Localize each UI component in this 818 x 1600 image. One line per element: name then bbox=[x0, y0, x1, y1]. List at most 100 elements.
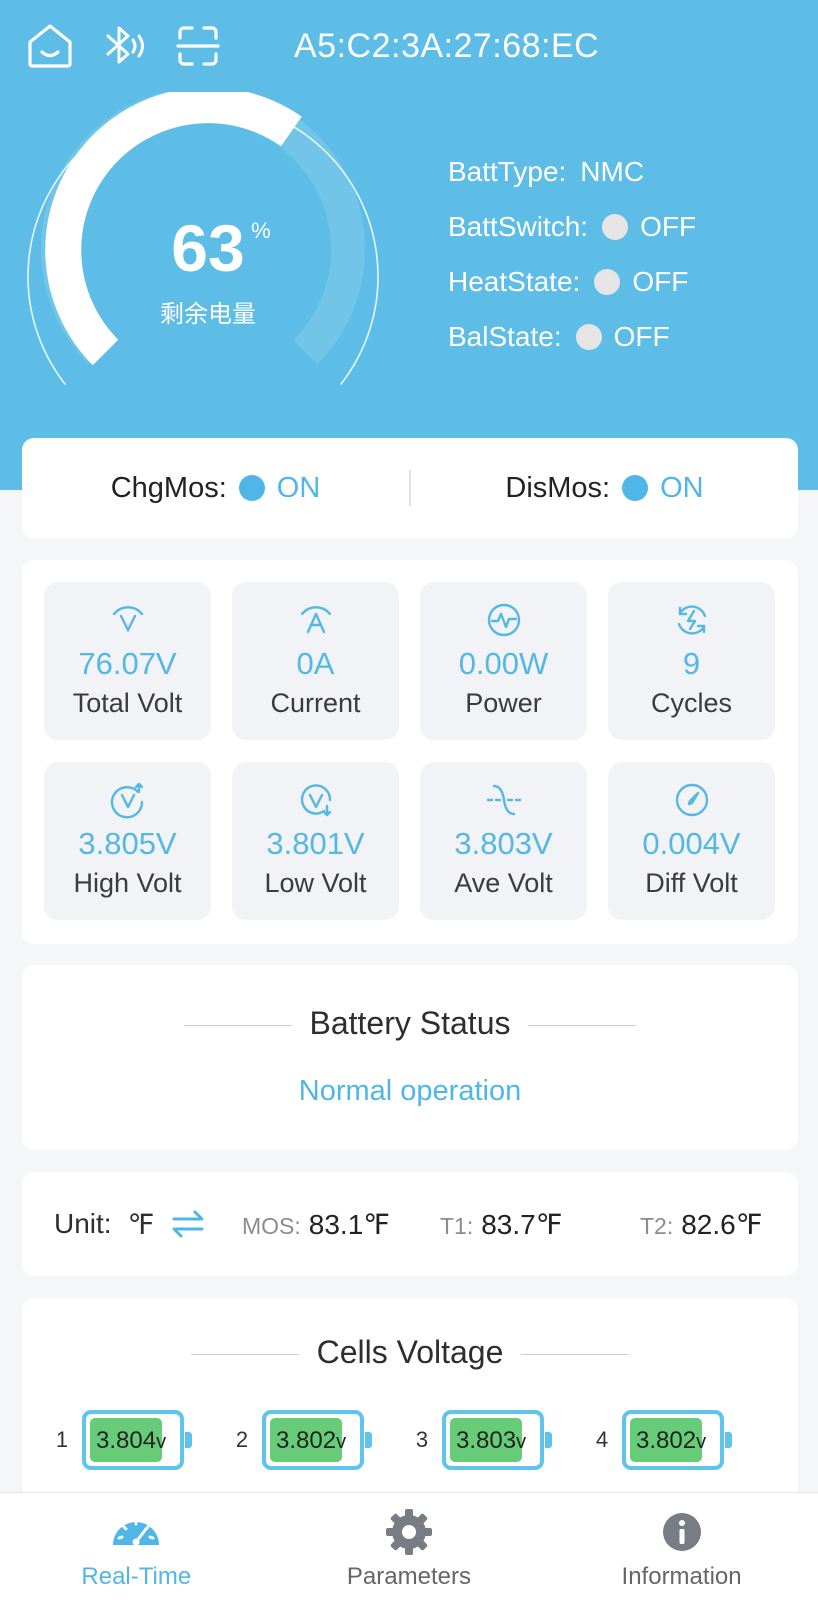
batt-switch-indicator bbox=[602, 213, 629, 240]
chg-mos-value: ON bbox=[276, 471, 321, 504]
high-volt-icon bbox=[110, 782, 143, 819]
t1-temp-key: T1: bbox=[440, 1212, 474, 1239]
cell-index: 4 bbox=[595, 1427, 609, 1452]
bal-state-value: OFF bbox=[613, 320, 670, 352]
mos-temp-key: MOS: bbox=[242, 1212, 301, 1239]
title-rule-right bbox=[521, 1354, 630, 1356]
cell-index: 2 bbox=[235, 1427, 249, 1452]
metric-diff-volt: 0.004V Diff Volt bbox=[608, 762, 775, 920]
cell-voltage: 3.804v bbox=[96, 1427, 166, 1455]
cells-voltage-title: Cells Voltage bbox=[316, 1334, 504, 1370]
cell-battery-icon: 3.803v bbox=[442, 1410, 552, 1470]
cell-voltage-unit: v bbox=[696, 1431, 707, 1453]
heat-state-indicator bbox=[594, 268, 621, 295]
metric-label: Cycles bbox=[650, 688, 732, 718]
speedometer-icon bbox=[113, 1519, 160, 1546]
bluetooth-icon[interactable] bbox=[96, 18, 152, 74]
metric-high-volt: 3.805V High Volt bbox=[44, 762, 211, 920]
ave-volt-icon bbox=[486, 784, 521, 816]
cell-battery-icon: 3.804v bbox=[82, 1410, 192, 1470]
chg-mos-indicator bbox=[238, 475, 265, 501]
bal-state-indicator bbox=[575, 323, 602, 350]
cell-item: 3 3.803v bbox=[408, 1410, 552, 1470]
metric-cycles: 9 Cycles bbox=[608, 582, 775, 740]
metric-value: 3.801V bbox=[266, 826, 365, 861]
battery-status-card: Battery Status Normal operation bbox=[22, 965, 798, 1150]
metric-ave-volt: 3.803V Ave Volt bbox=[420, 762, 587, 920]
cell-voltage-unit: v bbox=[336, 1431, 347, 1453]
metric-label: High Volt bbox=[73, 868, 182, 898]
soc-gauge: 63% 剩余电量 bbox=[18, 92, 398, 402]
t2-temp-key: T2: bbox=[640, 1212, 674, 1239]
cell-voltage: 3.802v bbox=[636, 1427, 706, 1455]
metrics-grid: 76.07V Total Volt 0A Current 0.00W Power… bbox=[22, 560, 798, 944]
t2-temperature: T2: 82.6℉ bbox=[640, 1208, 762, 1241]
cell-item: 1 3.804v bbox=[48, 1410, 192, 1470]
cell-index: 3 bbox=[415, 1427, 429, 1452]
metric-value: 3.803V bbox=[454, 826, 553, 861]
nav-label-information: Information bbox=[621, 1563, 742, 1590]
cell-voltage: 3.802v bbox=[276, 1427, 346, 1455]
temperature-card: Unit: ℉ MOS: 83.1℉ T1: 83.7℉ T2: 82.6℉ bbox=[22, 1172, 798, 1276]
temperature-unit: Unit: ℉ bbox=[54, 1206, 206, 1242]
nav-label-realtime: Real-Time bbox=[81, 1563, 192, 1590]
chg-mos-key: ChgMos: bbox=[110, 471, 227, 504]
home-icon[interactable] bbox=[22, 18, 78, 74]
scan-icon[interactable] bbox=[170, 18, 226, 74]
title-rule-left bbox=[190, 1354, 299, 1356]
cells-voltage-heading: Cells Voltage bbox=[22, 1334, 798, 1371]
metric-label: Diff Volt bbox=[645, 868, 738, 898]
unit-value: ℉ bbox=[127, 1208, 155, 1240]
metric-label: Total Volt bbox=[72, 688, 183, 718]
cell-voltage-unit: v bbox=[156, 1431, 167, 1453]
chg-mos-status: ChgMos: ON bbox=[22, 472, 409, 505]
dis-mos-key: DisMos: bbox=[505, 471, 611, 504]
metric-label: Low Volt bbox=[264, 868, 367, 898]
batt-type-key: BattType: bbox=[448, 155, 567, 187]
soc-unit: % bbox=[251, 218, 271, 243]
bal-state-key: BalState: bbox=[448, 320, 562, 352]
batt-switch-value: OFF bbox=[640, 210, 697, 242]
cell-battery-icon: 3.802v bbox=[262, 1410, 372, 1470]
top-bar: A5:C2:3A:27:68:EC bbox=[22, 18, 798, 74]
voltage-icon bbox=[112, 606, 143, 633]
swap-unit-icon[interactable] bbox=[170, 1206, 206, 1242]
nav-tab-information[interactable]: Information bbox=[545, 1493, 818, 1600]
title-rule-right bbox=[528, 1025, 637, 1027]
metric-label: Power bbox=[465, 688, 542, 718]
device-mac-address: A5:C2:3A:27:68:EC bbox=[294, 26, 600, 65]
battery-status-list: BattType: NMC BattSwitch: OFF HeatState:… bbox=[448, 144, 696, 364]
metric-low-volt: 3.801V Low Volt bbox=[232, 762, 399, 920]
unit-key: Unit: bbox=[54, 1208, 112, 1239]
t1-temperature: T1: 83.7℉ bbox=[440, 1208, 562, 1241]
dis-mos-value: ON bbox=[660, 471, 704, 504]
metric-total-volt: 76.07V Total Volt bbox=[44, 582, 211, 740]
nav-tab-parameters[interactable]: Parameters bbox=[273, 1493, 546, 1600]
title-rule-left bbox=[183, 1025, 292, 1027]
cell-item: 4 3.802v bbox=[588, 1410, 732, 1470]
metric-label: Ave Volt bbox=[454, 868, 553, 898]
cell-item: 2 3.802v bbox=[228, 1410, 372, 1470]
nav-tab-realtime[interactable]: Real-Time bbox=[0, 1493, 273, 1600]
metric-label: Current bbox=[270, 688, 361, 718]
power-icon bbox=[487, 603, 520, 637]
dis-mos-status: DisMos: ON bbox=[411, 472, 798, 505]
mos-status-card: ChgMos: ON DisMos: ON bbox=[22, 438, 798, 538]
dis-mos-indicator bbox=[622, 475, 649, 501]
cell-voltage-unit: v bbox=[516, 1431, 527, 1453]
cell-voltage-value: 3.802 bbox=[276, 1427, 337, 1454]
heat-state-value: OFF bbox=[632, 265, 689, 297]
cell-battery-icon: 3.802v bbox=[622, 1410, 732, 1470]
soc-value: 63% bbox=[171, 210, 270, 286]
bottom-navigation: Real-Time Parameters Information bbox=[0, 1492, 818, 1600]
metric-value: 76.07V bbox=[78, 646, 177, 681]
cell-voltage: 3.803v bbox=[456, 1427, 526, 1455]
metric-current: 0A Current bbox=[232, 582, 399, 740]
cell-voltage-value: 3.802 bbox=[636, 1427, 697, 1454]
t1-temp-value: 83.7℉ bbox=[481, 1208, 563, 1240]
cell-voltage-value: 3.804 bbox=[96, 1427, 157, 1454]
cells-voltage-card: Cells Voltage 1 3.804v 2 3.802v 3 3.803v… bbox=[22, 1298, 798, 1498]
metric-value: 0.004V bbox=[642, 826, 741, 861]
batt-type-row: BattType: NMC bbox=[448, 144, 696, 199]
info-icon bbox=[662, 1513, 701, 1551]
